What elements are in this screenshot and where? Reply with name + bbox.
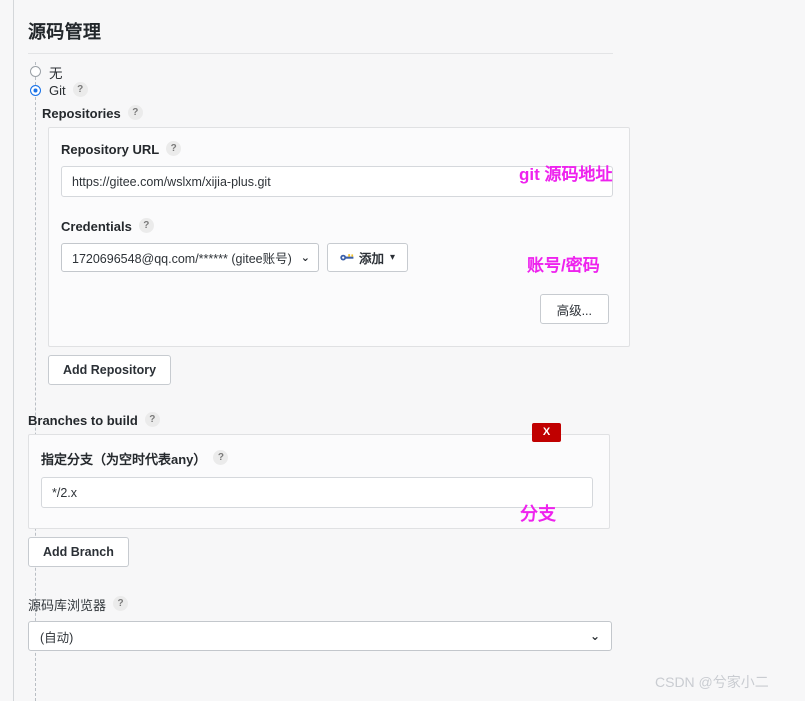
watermark: CSDN @兮家小二 bbox=[655, 674, 769, 690]
branch-panel: X 指定分支（为空时代表any） ? bbox=[28, 423, 610, 529]
repository-url-input[interactable] bbox=[61, 166, 613, 197]
branch-specifier-label: 指定分支（为空时代表any） ? bbox=[41, 449, 593, 468]
help-icon-repositories[interactable]: ? bbox=[127, 105, 143, 120]
scm-option-none[interactable]: 无 bbox=[30, 62, 805, 81]
add-credentials-button[interactable]: 添加 ▾ bbox=[326, 243, 409, 272]
credentials-selected-value: 1720696548@qq.com/****** (gitee账号) bbox=[72, 252, 292, 266]
repositories-section-label: Repositories ? bbox=[42, 105, 805, 121]
advanced-row: 高级... bbox=[61, 294, 613, 324]
credentials-label-text: Credentials bbox=[61, 219, 132, 234]
help-icon-git[interactable]: ? bbox=[72, 82, 88, 97]
title-divider bbox=[28, 53, 613, 54]
add-credentials-label: 添加 bbox=[358, 252, 384, 266]
help-icon-credentials[interactable]: ? bbox=[138, 218, 154, 233]
caret-down-icon: ▾ bbox=[390, 252, 396, 263]
repository-panel: Repository URL ? Credentials ? 172069654… bbox=[48, 127, 630, 347]
chevron-down-icon-browser: ⌄ bbox=[589, 629, 600, 643]
help-icon-repository-browser[interactable]: ? bbox=[113, 596, 129, 611]
repository-url-label: Repository URL ? bbox=[61, 141, 613, 157]
help-icon-repository-url[interactable]: ? bbox=[166, 141, 182, 156]
radio-none[interactable] bbox=[30, 66, 41, 77]
repository-url-label-text: Repository URL bbox=[61, 142, 160, 157]
branch-specifier-label-text: 指定分支（为空时代表any） bbox=[41, 452, 207, 467]
repository-browser-selected-value: (自动) bbox=[40, 630, 74, 645]
scm-section: 源码管理 无 Git ? Repositories ? Repository U… bbox=[28, 0, 805, 701]
chevron-down-icon: ⌄ bbox=[300, 252, 310, 264]
repositories-label-text: Repositories bbox=[42, 106, 121, 121]
help-icon-branches[interactable]: ? bbox=[144, 412, 160, 427]
credentials-select[interactable]: 1720696548@qq.com/****** (gitee账号) ⌄ bbox=[61, 243, 319, 272]
panel-left-border bbox=[13, 0, 14, 701]
scm-radio-group: 无 Git ? bbox=[28, 62, 805, 100]
branches-section-label: Branches to build ? bbox=[28, 412, 805, 428]
credentials-row: 1720696548@qq.com/****** (gitee账号) ⌄ 添加 … bbox=[61, 243, 613, 272]
scm-option-git[interactable]: Git ? bbox=[30, 81, 805, 100]
repository-browser-select[interactable]: (自动) ⌄ bbox=[28, 621, 612, 651]
scm-option-git-label: Git bbox=[49, 83, 66, 98]
key-icon bbox=[340, 252, 354, 263]
advanced-button[interactable]: 高级... bbox=[539, 294, 609, 324]
add-repository-button[interactable]: Add Repository bbox=[48, 355, 172, 385]
branch-specifier-input[interactable] bbox=[41, 477, 593, 508]
repository-browser-label-text: 源码库浏览器 bbox=[28, 598, 107, 613]
help-icon-branch-specifier[interactable]: ? bbox=[213, 450, 229, 465]
page-title: 源码管理 bbox=[28, 22, 102, 42]
add-branch-button[interactable]: Add Branch bbox=[28, 537, 129, 567]
repository-browser-label: 源码库浏览器 ? bbox=[28, 595, 805, 614]
radio-git[interactable] bbox=[30, 85, 41, 96]
credentials-label: Credentials ? bbox=[61, 218, 613, 234]
delete-branch-button[interactable]: X bbox=[532, 423, 561, 442]
scm-option-none-label: 无 bbox=[49, 65, 63, 81]
branches-label-text: Branches to build bbox=[28, 413, 138, 428]
